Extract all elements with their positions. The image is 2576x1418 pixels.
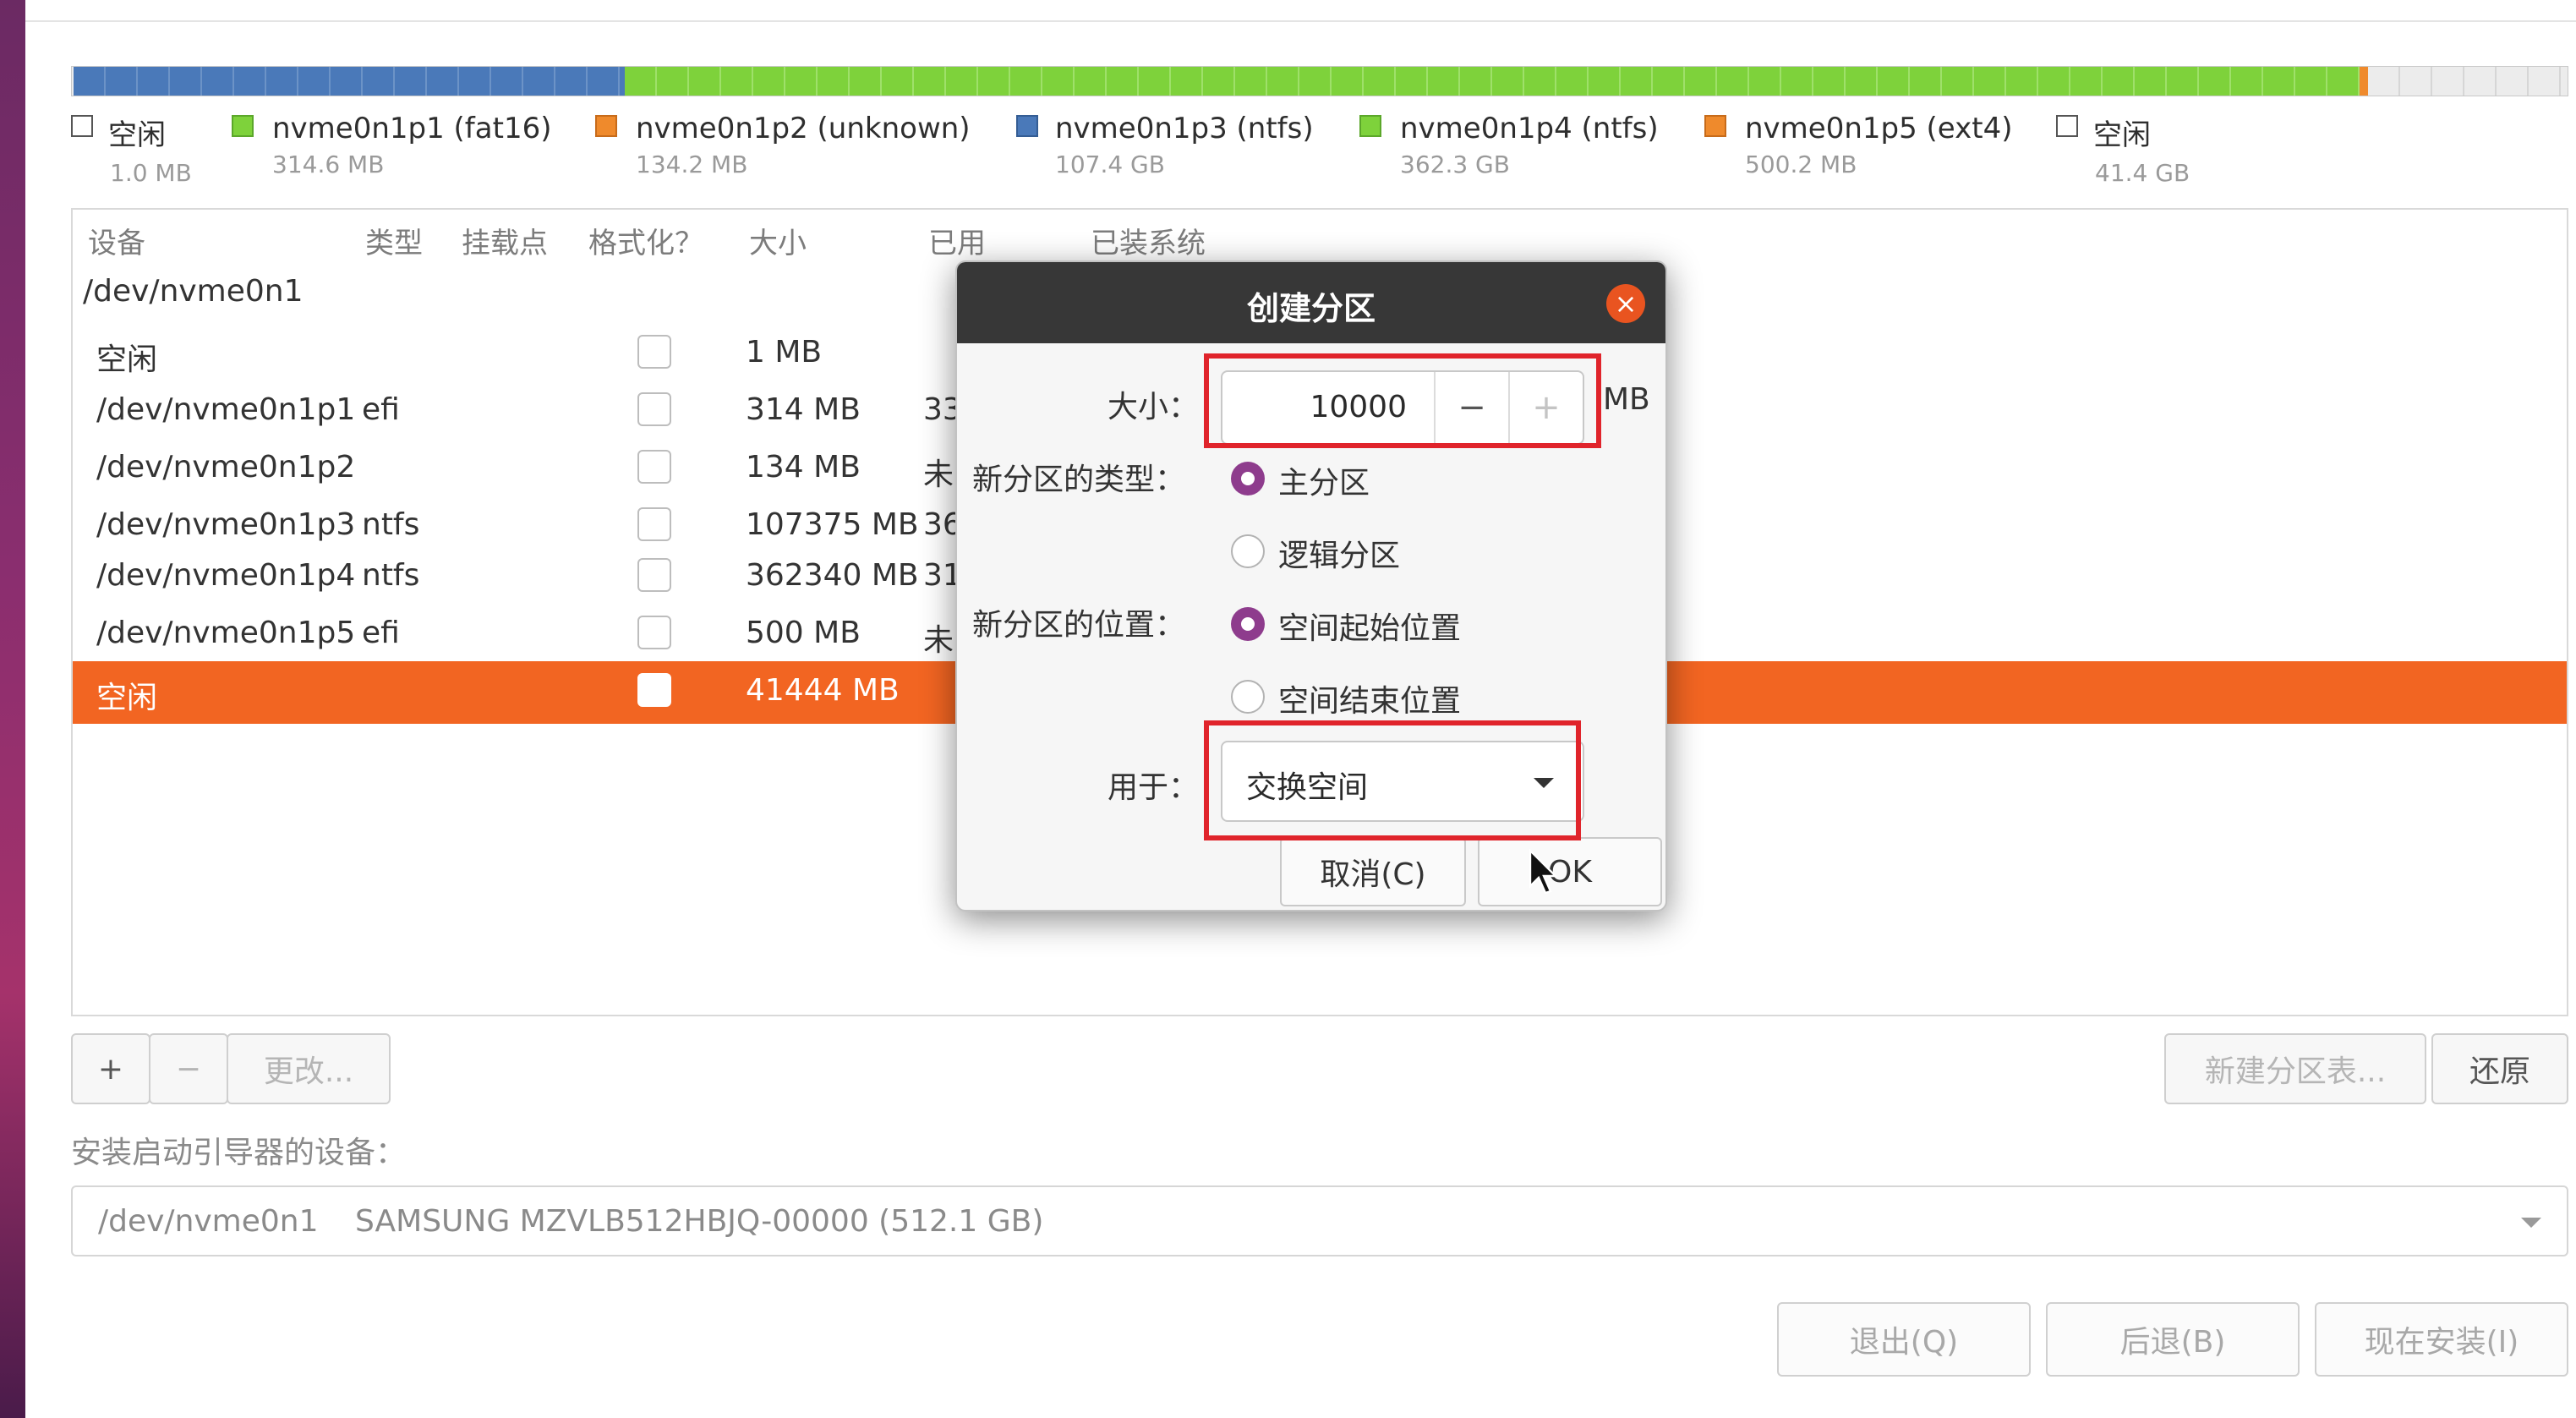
radio-logical[interactable] bbox=[1231, 534, 1265, 568]
partition-location-label: 新分区的位置： bbox=[972, 608, 1186, 643]
partition-bar-free-end bbox=[2368, 67, 2568, 96]
column-header-type[interactable]: 类型 bbox=[365, 220, 423, 261]
change-partition-button[interactable]: 更改... bbox=[227, 1033, 391, 1104]
cell-type: efi bbox=[362, 392, 400, 427]
format-checkbox[interactable] bbox=[637, 335, 671, 369]
disk-root-row[interactable]: /dev/nvme0n1 bbox=[83, 274, 304, 309]
remove-partition-button[interactable]: − bbox=[149, 1033, 228, 1104]
bootloader-disk-name: SAMSUNG MZVLB512HBJQ-00000 (512.1 GB) bbox=[355, 1204, 1044, 1239]
cell-device: /dev/nvme0n1p4 bbox=[96, 558, 356, 593]
logical-partition-label[interactable]: 逻辑分区 bbox=[1278, 531, 1400, 575]
column-header-mount[interactable]: 挂载点 bbox=[462, 220, 548, 261]
ok-button[interactable]: OK bbox=[1478, 837, 1662, 906]
new-partition-table-button[interactable]: 新建分区表... bbox=[2164, 1033, 2426, 1104]
legend-size: 41.4 GB bbox=[2095, 159, 2190, 187]
add-partition-button[interactable]: + bbox=[71, 1033, 150, 1104]
size-label: 大小： bbox=[1108, 390, 1200, 424]
cell-device: /dev/nvme0n1p3 bbox=[96, 507, 356, 542]
legend-swatch bbox=[1359, 115, 1381, 137]
legend-size: 362.3 GB bbox=[1400, 151, 1510, 178]
partition-bar bbox=[71, 66, 2568, 96]
partition-bar-ext4-p5 bbox=[2360, 67, 2368, 96]
legend-label: nvme0n1p1 (fat16) bbox=[272, 112, 552, 145]
format-checkbox[interactable] bbox=[637, 558, 671, 592]
column-header-format[interactable]: 格式化？ bbox=[588, 220, 703, 261]
legend-swatch bbox=[2056, 115, 2078, 137]
partition-bar-ntfs-p3 bbox=[74, 67, 625, 96]
bootloader-device-select[interactable]: /dev/nvme0n1 SAMSUNG MZVLB512HBJQ-00000 … bbox=[71, 1185, 2568, 1256]
dialog-titlebar: 创建分区 × bbox=[957, 262, 1665, 343]
revert-button[interactable]: 还原 bbox=[2431, 1033, 2568, 1104]
cell-size: 41444 MB bbox=[746, 673, 900, 708]
cell-device: 空闲 bbox=[96, 342, 158, 377]
column-header-device[interactable]: 设备 bbox=[88, 220, 145, 261]
cell-type: ntfs bbox=[362, 558, 420, 593]
cell-device: /dev/nvme0n1p1 bbox=[96, 392, 356, 427]
cell-device: /dev/nvme0n1p5 bbox=[96, 616, 356, 650]
top-divider bbox=[25, 20, 2576, 22]
legend-label: nvme0n1p5 (ext4) bbox=[1745, 112, 2013, 145]
legend-size: 1.0 MB bbox=[110, 159, 192, 187]
legend-swatch bbox=[595, 115, 617, 137]
bootloader-label: 安装启动引导器的设备： bbox=[71, 1136, 407, 1170]
dialog-title: 创建分区 bbox=[1246, 290, 1376, 327]
format-checkbox[interactable] bbox=[637, 673, 671, 707]
use-as-label: 用于： bbox=[1108, 770, 1200, 805]
bootloader-device: /dev/nvme0n1 bbox=[98, 1204, 319, 1239]
primary-partition-label[interactable]: 主分区 bbox=[1278, 458, 1370, 502]
quit-button[interactable]: 退出(Q) bbox=[1777, 1302, 2031, 1377]
cell-size: 107375 MB bbox=[746, 507, 919, 542]
format-checkbox[interactable] bbox=[637, 450, 671, 484]
cell-device: 空闲 bbox=[96, 681, 158, 715]
legend-swatch bbox=[232, 115, 254, 137]
cell-size: 500 MB bbox=[746, 616, 861, 650]
legend-label: nvme0n1p3 (ntfs) bbox=[1055, 112, 1314, 145]
cell-used: 未 bbox=[923, 457, 954, 492]
radio-primary[interactable] bbox=[1231, 462, 1265, 495]
size-unit: MB bbox=[1603, 382, 1650, 417]
close-icon[interactable]: × bbox=[1606, 284, 1645, 323]
cell-size: 134 MB bbox=[746, 450, 861, 485]
legend-swatch bbox=[1704, 115, 1726, 137]
radio-location-start[interactable] bbox=[1231, 607, 1265, 641]
cell-size: 314 MB bbox=[746, 392, 861, 427]
cell-size: 1 MB bbox=[746, 335, 823, 370]
radio-location-end[interactable] bbox=[1231, 680, 1265, 714]
cell-type: efi bbox=[362, 616, 400, 650]
legend-swatch bbox=[71, 115, 93, 137]
legend-size: 314.6 MB bbox=[272, 151, 385, 178]
legend-size: 500.2 MB bbox=[1745, 151, 1857, 178]
column-header-size[interactable]: 大小 bbox=[749, 220, 807, 261]
install-now-button[interactable]: 现在安装(I) bbox=[2315, 1302, 2568, 1377]
legend-label: nvme0n1p4 (ntfs) bbox=[1400, 112, 1659, 145]
partition-type-label: 新分区的类型： bbox=[972, 463, 1186, 497]
partition-bar-ntfs-p4 bbox=[625, 67, 2360, 96]
desktop-background bbox=[0, 0, 25, 1418]
chevron-down-icon bbox=[2521, 1218, 2541, 1228]
legend-size: 107.4 GB bbox=[1055, 151, 1165, 178]
location-end-label[interactable]: 空间结束位置 bbox=[1278, 676, 1461, 720]
format-checkbox[interactable] bbox=[637, 392, 671, 426]
column-header-system[interactable]: 已装系统 bbox=[1091, 220, 1206, 261]
cell-used: 未 bbox=[923, 623, 954, 658]
location-start-label[interactable]: 空间起始位置 bbox=[1278, 604, 1461, 648]
legend-label: 空闲 bbox=[108, 118, 166, 152]
column-header-used[interactable]: 已用 bbox=[928, 220, 986, 261]
cell-type: ntfs bbox=[362, 507, 420, 542]
legend-swatch bbox=[1016, 115, 1038, 137]
cell-size: 362340 MB bbox=[746, 558, 919, 593]
format-checkbox[interactable] bbox=[637, 616, 671, 649]
mouse-cursor-icon bbox=[1529, 849, 1558, 895]
highlight-use-as-box bbox=[1204, 720, 1581, 840]
format-checkbox[interactable] bbox=[637, 507, 671, 541]
legend-label: nvme0n1p2 (unknown) bbox=[636, 112, 971, 145]
highlight-size-box bbox=[1204, 353, 1601, 448]
cancel-button[interactable]: 取消(C) bbox=[1280, 837, 1466, 906]
cell-device: /dev/nvme0n1p2 bbox=[96, 450, 356, 485]
legend-size: 134.2 MB bbox=[636, 151, 748, 178]
legend-label: 空闲 bbox=[2093, 118, 2151, 152]
back-button[interactable]: 后退(B) bbox=[2046, 1302, 2300, 1377]
